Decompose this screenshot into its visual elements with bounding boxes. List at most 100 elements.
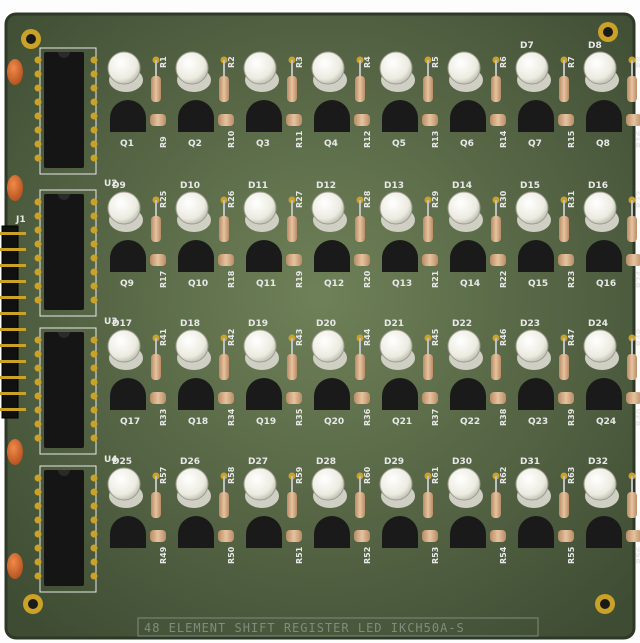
- ic-pin-pad: [90, 98, 98, 106]
- resistor-body: [559, 492, 569, 518]
- resistor-ref-label: R23: [567, 271, 576, 288]
- led-ref-label: D23: [520, 319, 540, 329]
- resistor-ref-label: R14: [499, 130, 508, 148]
- led-ref-label: D32: [588, 457, 608, 467]
- resistor-ref-label: R21: [431, 270, 440, 288]
- led-body: [447, 467, 481, 501]
- led-body: [243, 191, 277, 225]
- ic-pin-pad: [90, 126, 98, 134]
- resistor-body: [219, 216, 229, 242]
- ic-pin-pad: [34, 488, 42, 496]
- led-body: [515, 329, 549, 363]
- ic-pin-pad: [34, 226, 42, 234]
- ic-pin-pad: [90, 336, 98, 344]
- transistor-ref-label: Q23: [528, 417, 548, 427]
- transistor-ref-label: Q20: [324, 417, 344, 427]
- led-body: [379, 191, 413, 225]
- led-body: [311, 329, 345, 363]
- ic-pin-pad: [90, 502, 98, 510]
- capacitor: [7, 553, 23, 579]
- resistor-ref-label: R17: [159, 271, 168, 288]
- connector-pin: [0, 312, 26, 315]
- ic-pin-pad: [34, 392, 42, 400]
- ic-pin-pad: [34, 516, 42, 524]
- led-ref-label: D29: [384, 457, 404, 467]
- ic-pin-pad: [34, 56, 42, 64]
- resistor-ref-label: R53: [431, 547, 440, 564]
- led-body: [107, 467, 141, 501]
- transistor-ref-label: Q8: [596, 139, 610, 149]
- resistor-body: [355, 354, 365, 380]
- ic-pin-pad: [34, 268, 42, 276]
- resistor-body: [559, 216, 569, 242]
- led-body: [379, 51, 413, 85]
- led-body: [175, 51, 209, 85]
- led-ref-label: D9: [112, 181, 126, 191]
- capacitor: [7, 175, 23, 201]
- resistor-ref-label: R51: [295, 546, 304, 564]
- resistor-ref-label: R40: [635, 408, 640, 426]
- led-ref-label: D26: [180, 457, 200, 467]
- resistor-body: [287, 354, 297, 380]
- resistor-ref-label: R56: [635, 546, 640, 564]
- led-ref-label: D12: [316, 181, 336, 191]
- ic-pin-pad: [90, 198, 98, 206]
- led-body: [447, 191, 481, 225]
- led-body: [515, 191, 549, 225]
- led-ref-label: D30: [452, 457, 472, 467]
- ic-pin-pad: [34, 336, 42, 344]
- connector-pin: [0, 344, 26, 347]
- led-ref-label: D21: [384, 319, 404, 329]
- ic-pin-pad: [90, 282, 98, 290]
- led-body: [583, 329, 617, 363]
- resistor-ref-label: R16: [635, 130, 640, 148]
- resistor-ref-label: R3: [295, 56, 304, 68]
- ic-body: [44, 470, 84, 586]
- resistor-body: [219, 354, 229, 380]
- transistor-ref-label: Q24: [596, 417, 616, 427]
- resistor-body: [627, 354, 637, 380]
- resistor-ref-label: R27: [295, 191, 304, 208]
- resistor-body: [423, 216, 433, 242]
- ic-pin-pad: [90, 296, 98, 304]
- ic-pin-pad: [34, 530, 42, 538]
- ic-pin-pad: [34, 112, 42, 120]
- ic-pin-pad: [90, 240, 98, 248]
- connector-pin: [0, 392, 26, 395]
- led-ref-label: D20: [316, 319, 336, 329]
- resistor-ref-label: R1: [159, 56, 168, 68]
- transistor-ref-label: Q10: [188, 279, 208, 289]
- connector-ref: J1: [15, 215, 26, 225]
- resistor-ref-label: R4: [363, 56, 372, 68]
- ic-pin-pad: [34, 70, 42, 78]
- resistor-ref-label: R29: [431, 190, 440, 208]
- led-body: [107, 191, 141, 225]
- transistor-ref-label: Q1: [120, 139, 134, 149]
- led-body: [515, 51, 549, 85]
- transistor-ref-label: Q4: [324, 139, 338, 149]
- led-ref-label: D13: [384, 181, 404, 191]
- led-body: [515, 467, 549, 501]
- ic-pin-pad: [90, 350, 98, 358]
- led-body: [583, 467, 617, 501]
- led-ref-label: D31: [520, 457, 540, 467]
- transistor-ref-label: Q14: [460, 279, 480, 289]
- led-body: [583, 191, 617, 225]
- connector-pin: [0, 248, 26, 251]
- ic-body: [44, 332, 84, 448]
- led-body: [175, 467, 209, 501]
- transistor-ref-label: Q18: [188, 417, 208, 427]
- ic-pin-pad: [34, 350, 42, 358]
- led-ref-label: D19: [248, 319, 268, 329]
- ic-pin-pad: [90, 268, 98, 276]
- resistor-ref-label: R22: [499, 271, 508, 288]
- connector-pin: [0, 376, 26, 379]
- resistor-body: [287, 216, 297, 242]
- led-body: [243, 51, 277, 85]
- ic-pin-pad: [90, 378, 98, 386]
- resistor-body: [559, 354, 569, 380]
- resistor-body: [355, 216, 365, 242]
- transistor-ref-label: Q7: [528, 139, 542, 149]
- ic-pin-pad: [34, 474, 42, 482]
- ic-pin-pad: [90, 558, 98, 566]
